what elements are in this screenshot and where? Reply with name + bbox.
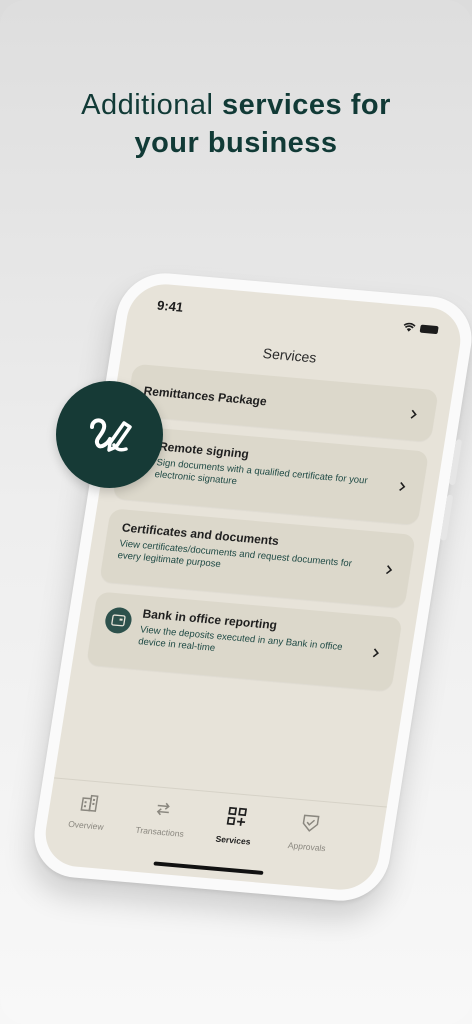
tab-label: Services [214,833,252,847]
headline-bold-2: your business [134,127,338,159]
tab-services[interactable]: Services [197,804,273,852]
chevron-right-icon [399,481,406,492]
signature-pen-icon [89,417,132,452]
building-icon [80,794,99,812]
approval-shield-icon [302,814,320,832]
tab-label: Overview [67,818,105,832]
tab-transactions[interactable]: Transactions [124,797,200,843]
tab-approvals[interactable]: Approvals [271,810,347,858]
headline: Additional services for your business [0,86,472,162]
tab-label: Approvals [287,840,327,854]
wifi-icon [403,322,416,332]
remote-signing-badge [56,381,163,488]
service-card-certificates[interactable]: Certificates and documents View certific… [99,508,416,609]
status-time: 9:41 [156,297,185,315]
chevron-right-icon [385,565,393,575]
headline-light: Additional [81,89,214,121]
service-description: Sign documents with a qualified certific… [153,457,369,488]
status-icons [403,322,439,334]
tab-label: Transactions [134,824,185,839]
chevron-right-icon [372,648,379,658]
services-grid-icon [226,806,248,826]
tab-overview[interactable]: Overview [50,791,126,837]
device-icon [103,606,134,635]
headline-bold-1: services for [222,89,391,121]
chevron-right-icon [410,409,417,419]
service-card-bank-in-office[interactable]: Bank in office reporting View the deposi… [86,591,403,692]
service-description: View the deposits executed in any Bank i… [137,624,344,654]
battery-icon [419,324,439,334]
service-title: Remittances Package [142,383,268,409]
transfer-arrows-icon [156,802,170,816]
